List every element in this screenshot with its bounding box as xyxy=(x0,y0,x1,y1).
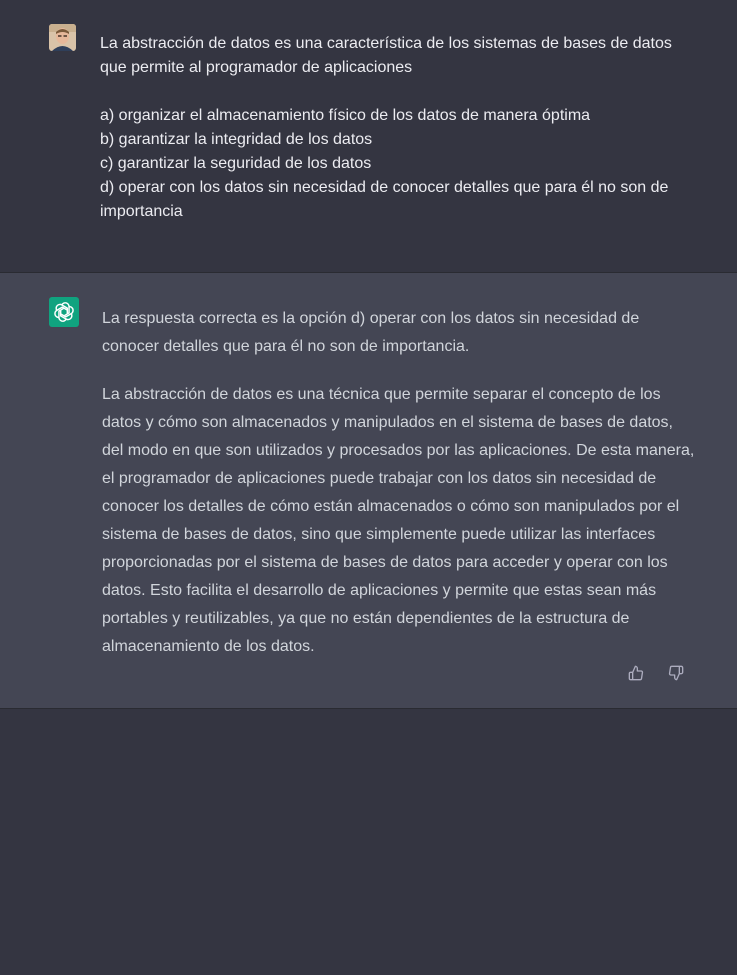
assistant-message-text: La respuesta correcta es la opción d) op… xyxy=(102,305,697,681)
thumbs-up-icon xyxy=(628,665,644,681)
user-message-text: La abstracción de datos es una caracterí… xyxy=(100,32,700,224)
option-c: c) garantizar la seguridad de los datos xyxy=(100,155,372,172)
thumbs-up-button[interactable] xyxy=(626,663,646,683)
empty-chat-area xyxy=(0,709,737,975)
assistant-explanation: La abstracción de datos es una técnica q… xyxy=(102,386,695,655)
user-question: La abstracción de datos es una caracterí… xyxy=(100,35,672,76)
user-avatar xyxy=(49,24,76,51)
option-b: b) garantizar la integridad de los datos xyxy=(100,131,373,148)
option-d: d) operar con los datos sin necesidad de… xyxy=(100,179,669,220)
thumbs-down-button[interactable] xyxy=(666,663,686,683)
assistant-answer: La respuesta correcta es la opción d) op… xyxy=(102,310,640,355)
openai-logo-icon xyxy=(54,302,74,322)
option-a: a) organizar el almacenamiento físico de… xyxy=(100,107,591,124)
thumbs-down-icon xyxy=(668,665,684,681)
assistant-avatar xyxy=(49,297,79,327)
